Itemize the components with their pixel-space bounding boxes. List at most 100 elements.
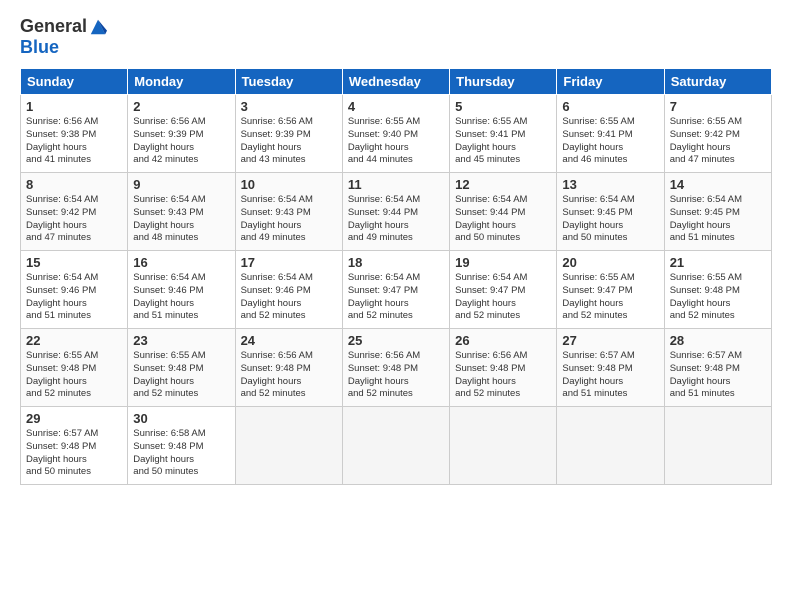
table-cell: 18 Sunrise: 6:54 AMSunset: 9:47 PMDayligh… — [342, 251, 449, 329]
week-row-4: 22 Sunrise: 6:55 AMSunset: 9:48 PMDayligh… — [21, 329, 772, 407]
day-number: 3 — [241, 99, 337, 114]
day-info: Sunrise: 6:56 AMSunset: 9:48 PMDaylight … — [455, 350, 551, 401]
day-number: 5 — [455, 99, 551, 114]
day-number: 29 — [26, 411, 122, 426]
table-cell: 1 Sunrise: 6:56 AMSunset: 9:38 PMDaylight… — [21, 95, 128, 173]
col-thursday: Thursday — [450, 69, 557, 95]
table-cell: 23 Sunrise: 6:55 AMSunset: 9:48 PMDayligh… — [128, 329, 235, 407]
day-info: Sunrise: 6:56 AMSunset: 9:39 PMDaylight … — [133, 116, 229, 167]
table-cell — [664, 407, 771, 485]
table-cell: 10 Sunrise: 6:54 AMSunset: 9:43 PMDayligh… — [235, 173, 342, 251]
day-info: Sunrise: 6:54 AMSunset: 9:47 PMDaylight … — [348, 272, 444, 323]
table-cell: 8Sunrise: 6:54 AMSunset: 9:42 PMDaylight… — [21, 173, 128, 251]
day-number: 4 — [348, 99, 444, 114]
day-number: 15 — [26, 255, 122, 270]
day-info: Sunrise: 6:54 AMSunset: 9:44 PMDaylight … — [348, 194, 444, 245]
day-info: Sunrise: 6:55 AMSunset: 9:48 PMDaylight … — [26, 350, 122, 401]
table-cell: 17Sunrise: 6:54 AMSunset: 9:46 PMDayligh… — [235, 251, 342, 329]
day-info: Sunrise: 6:54 AMSunset: 9:44 PMDaylight … — [455, 194, 551, 245]
day-number: 7 — [670, 99, 766, 114]
day-info: Sunrise: 6:54 AMSunset: 9:45 PMDaylight … — [670, 194, 766, 245]
table-cell: 28 Sunrise: 6:57 AMSunset: 9:48 PMDayligh… — [664, 329, 771, 407]
day-number: 26 — [455, 333, 551, 348]
table-cell: 2 Sunrise: 6:56 AMSunset: 9:39 PMDaylight… — [128, 95, 235, 173]
day-number: 12 — [455, 177, 551, 192]
day-number: 2 — [133, 99, 229, 114]
table-cell — [342, 407, 449, 485]
day-number: 13 — [562, 177, 658, 192]
day-info: Sunrise: 6:57 AMSunset: 9:48 PMDaylight … — [670, 350, 766, 401]
day-info: Sunrise: 6:57 AMSunset: 9:48 PMDaylight … — [26, 428, 122, 479]
day-info: Sunrise: 6:54 AMSunset: 9:46 PMDaylight … — [26, 272, 122, 323]
day-number: 22 — [26, 333, 122, 348]
day-number: 23 — [133, 333, 229, 348]
day-info: Sunrise: 6:55 AMSunset: 9:48 PMDaylight … — [133, 350, 229, 401]
day-info: Sunrise: 6:55 AMSunset: 9:42 PMDaylight … — [670, 116, 766, 167]
table-cell: 11 Sunrise: 6:54 AMSunset: 9:44 PMDayligh… — [342, 173, 449, 251]
logo-icon — [89, 18, 107, 36]
week-row-3: 15 Sunrise: 6:54 AMSunset: 9:46 PMDayligh… — [21, 251, 772, 329]
day-info: Sunrise: 6:54 AMSunset: 9:43 PMDaylight … — [241, 194, 337, 245]
day-number: 24 — [241, 333, 337, 348]
table-cell — [557, 407, 664, 485]
table-cell: 29 Sunrise: 6:57 AMSunset: 9:48 PMDayligh… — [21, 407, 128, 485]
day-info: Sunrise: 6:55 AMSunset: 9:41 PMDaylight … — [455, 116, 551, 167]
table-cell: 26 Sunrise: 6:56 AMSunset: 9:48 PMDayligh… — [450, 329, 557, 407]
day-info: Sunrise: 6:56 AMSunset: 9:39 PMDaylight … — [241, 116, 337, 167]
day-number: 8 — [26, 177, 122, 192]
col-tuesday: Tuesday — [235, 69, 342, 95]
col-monday: Monday — [128, 69, 235, 95]
day-number: 25 — [348, 333, 444, 348]
day-info: Sunrise: 6:55 AMSunset: 9:40 PMDaylight … — [348, 116, 444, 167]
table-cell: 24Sunrise: 6:56 AMSunset: 9:48 PMDayligh… — [235, 329, 342, 407]
day-info: Sunrise: 6:57 AMSunset: 9:48 PMDaylight … — [562, 350, 658, 401]
table-cell: 16 Sunrise: 6:54 AMSunset: 9:46 PMDayligh… — [128, 251, 235, 329]
day-number: 11 — [348, 177, 444, 192]
table-cell: 22 Sunrise: 6:55 AMSunset: 9:48 PMDayligh… — [21, 329, 128, 407]
col-sunday: Sunday — [21, 69, 128, 95]
day-number: 19 — [455, 255, 551, 270]
day-number: 18 — [348, 255, 444, 270]
day-number: 27 — [562, 333, 658, 348]
logo: General Blue — [20, 16, 107, 58]
day-info: Sunrise: 6:54 AMSunset: 9:46 PMDaylight … — [133, 272, 229, 323]
day-number: 20 — [562, 255, 658, 270]
table-cell: 14Sunrise: 6:54 AMSunset: 9:45 PMDayligh… — [664, 173, 771, 251]
table-cell: 7 Sunrise: 6:55 AMSunset: 9:42 PMDaylight… — [664, 95, 771, 173]
header: General Blue — [20, 16, 772, 58]
col-friday: Friday — [557, 69, 664, 95]
header-row: Sunday Monday Tuesday Wednesday Thursday… — [21, 69, 772, 95]
week-row-2: 8Sunrise: 6:54 AMSunset: 9:42 PMDaylight… — [21, 173, 772, 251]
table-cell: 15 Sunrise: 6:54 AMSunset: 9:46 PMDayligh… — [21, 251, 128, 329]
page: General Blue Sunday Monday Tuesday Wedne… — [0, 0, 792, 612]
logo-blue: Blue — [20, 37, 107, 58]
day-info: Sunrise: 6:54 AMSunset: 9:43 PMDaylight … — [133, 194, 229, 245]
week-row-1: 1 Sunrise: 6:56 AMSunset: 9:38 PMDaylight… — [21, 95, 772, 173]
day-info: Sunrise: 6:54 AMSunset: 9:45 PMDaylight … — [562, 194, 658, 245]
day-number: 9 — [133, 177, 229, 192]
day-number: 30 — [133, 411, 229, 426]
table-cell: 25Sunrise: 6:56 AMSunset: 9:48 PMDayligh… — [342, 329, 449, 407]
table-cell: 4 Sunrise: 6:55 AMSunset: 9:40 PMDaylight… — [342, 95, 449, 173]
day-number: 28 — [670, 333, 766, 348]
week-row-5: 29 Sunrise: 6:57 AMSunset: 9:48 PMDayligh… — [21, 407, 772, 485]
day-number: 16 — [133, 255, 229, 270]
table-cell: 6 Sunrise: 6:55 AMSunset: 9:41 PMDaylight… — [557, 95, 664, 173]
table-cell: 5 Sunrise: 6:55 AMSunset: 9:41 PMDaylight… — [450, 95, 557, 173]
table-cell: 9 Sunrise: 6:54 AMSunset: 9:43 PMDaylight… — [128, 173, 235, 251]
day-info: Sunrise: 6:55 AMSunset: 9:41 PMDaylight … — [562, 116, 658, 167]
day-number: 10 — [241, 177, 337, 192]
table-cell: 3 Sunrise: 6:56 AMSunset: 9:39 PMDaylight… — [235, 95, 342, 173]
day-info: Sunrise: 6:55 AMSunset: 9:47 PMDaylight … — [562, 272, 658, 323]
day-info: Sunrise: 6:58 AMSunset: 9:48 PMDaylight … — [133, 428, 229, 479]
day-number: 1 — [26, 99, 122, 114]
logo-general: General — [20, 16, 87, 37]
day-number: 17 — [241, 255, 337, 270]
table-cell: 30 Sunrise: 6:58 AMSunset: 9:48 PMDayligh… — [128, 407, 235, 485]
day-number: 6 — [562, 99, 658, 114]
day-info: Sunrise: 6:56 AMSunset: 9:38 PMDaylight … — [26, 116, 122, 167]
table-cell: 20 Sunrise: 6:55 AMSunset: 9:47 PMDayligh… — [557, 251, 664, 329]
table-cell: 12 Sunrise: 6:54 AMSunset: 9:44 PMDayligh… — [450, 173, 557, 251]
day-info: Sunrise: 6:54 AMSunset: 9:47 PMDaylight … — [455, 272, 551, 323]
table-cell: 21Sunrise: 6:55 AMSunset: 9:48 PMDayligh… — [664, 251, 771, 329]
